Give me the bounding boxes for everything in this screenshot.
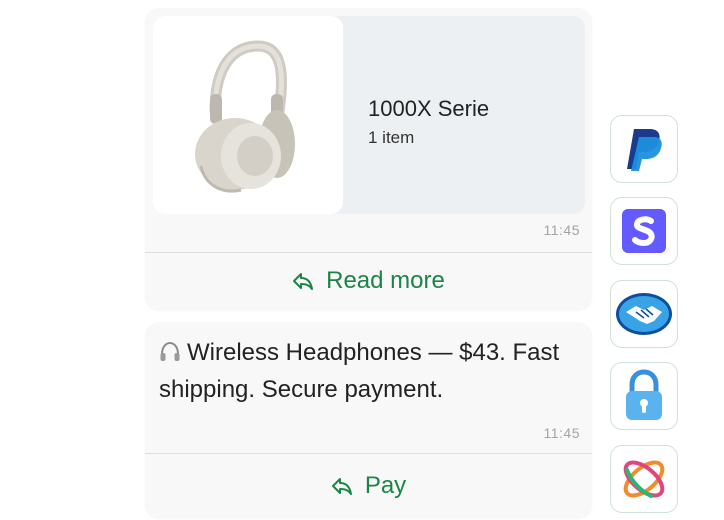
product-item-count: 1 item xyxy=(368,128,415,147)
product-message-bubble: 1000X Serie 1 item 11:45 Read more xyxy=(145,8,592,310)
product-card[interactable]: 1000X Serie 1 item xyxy=(153,16,585,214)
message-timestamp: 11:45 xyxy=(543,425,580,441)
read-more-label: Read more xyxy=(326,267,445,294)
rings-icon xyxy=(623,460,665,498)
payment-option-mercadopago[interactable] xyxy=(610,280,678,348)
paypal-icon xyxy=(627,129,662,171)
product-title: 1000X Serie xyxy=(368,96,490,121)
payment-option-rings[interactable] xyxy=(610,445,678,513)
message-body: Wireless Headphones — $43. Fast shipping… xyxy=(159,336,579,407)
message-timestamp: 11:45 xyxy=(543,222,580,238)
read-more-button[interactable]: Read more xyxy=(145,253,592,309)
handshake-icon xyxy=(616,293,672,335)
headphones-image xyxy=(195,40,295,193)
reply-icon xyxy=(331,478,352,495)
reply-icon xyxy=(293,273,314,290)
payment-option-lock[interactable] xyxy=(610,362,678,430)
product-image xyxy=(153,16,343,214)
message-text: Wireless Headphones — $43. Fast shipping… xyxy=(159,339,560,403)
text-message-bubble: Wireless Headphones — $43. Fast shipping… xyxy=(145,322,592,518)
payment-option-stripe[interactable] xyxy=(610,197,678,265)
headphones-icon xyxy=(159,339,181,373)
payment-option-paypal[interactable] xyxy=(610,115,678,183)
pay-label: Pay xyxy=(364,472,407,499)
lock-icon xyxy=(626,369,662,420)
stripe-icon xyxy=(622,209,666,253)
pay-button[interactable]: Pay xyxy=(145,454,592,518)
